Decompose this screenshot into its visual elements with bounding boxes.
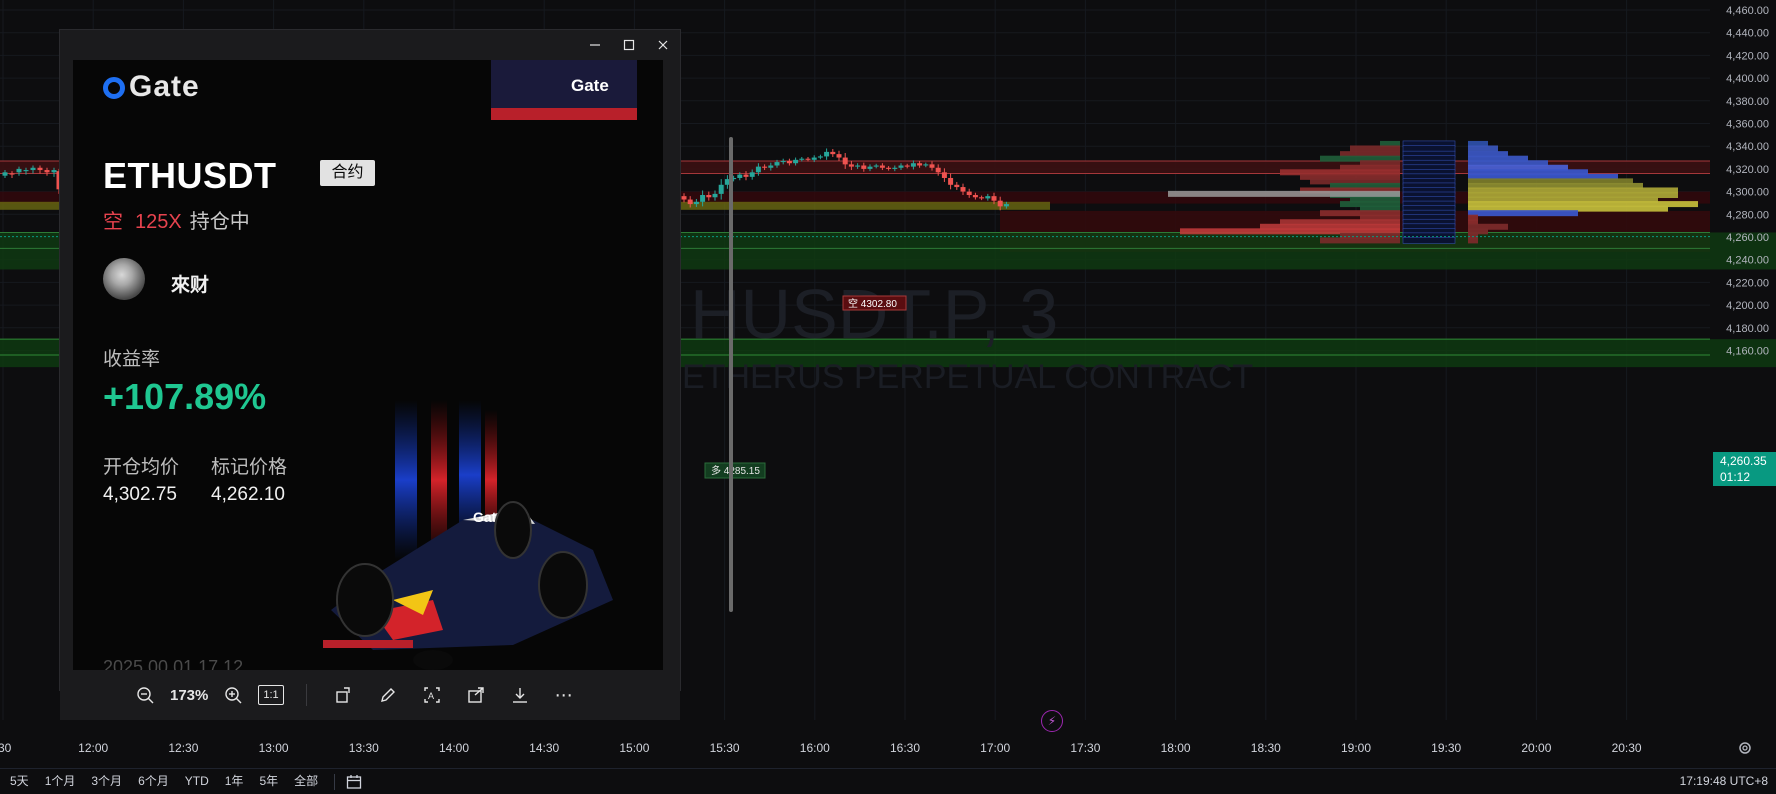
- flash-icon[interactable]: ⚡: [1041, 710, 1063, 732]
- position-line: 空 125X 持仓中: [103, 205, 250, 234]
- time-label: 14:30: [529, 741, 559, 755]
- bottom-toolbar: 5天 1个月 3个月 6个月 YTD 1年 5年 全部 17:19:48 UTC…: [0, 768, 1776, 794]
- brand-name: Gate: [129, 70, 200, 103]
- pnl-share-card: Gate Gate ETHUSDT 合约 空 125X 持仓中 來财 收益率 +10…: [73, 60, 663, 670]
- leverage: 125X: [135, 211, 182, 233]
- price-label: 4,200.00: [1726, 300, 1769, 312]
- range-5d[interactable]: 5天: [0, 769, 37, 794]
- zoom-out-icon[interactable]: [130, 680, 160, 710]
- price-label: 4,400.00: [1726, 73, 1769, 85]
- time-label: 17:30: [1070, 741, 1100, 755]
- more-icon[interactable]: ⋯: [549, 680, 579, 710]
- close-icon[interactable]: [646, 30, 680, 60]
- entry-price: 4,302.75: [103, 484, 177, 505]
- short-order-label[interactable]: 空 4302.80: [848, 297, 897, 310]
- gear-icon[interactable]: [1735, 738, 1755, 758]
- racing-flag-image: Gate: [491, 60, 637, 120]
- price-label: 4,160.00: [1726, 346, 1769, 358]
- calendar-icon[interactable]: [343, 771, 365, 793]
- time-label: 20:30: [1612, 741, 1642, 755]
- viewer-toolbar: 173% 1:1 A ⋯: [60, 670, 680, 720]
- time-label: 14:00: [439, 741, 469, 755]
- price-label: 4,460.00: [1726, 5, 1769, 17]
- avatar: [103, 258, 145, 300]
- zoom-level: 173%: [170, 686, 209, 704]
- time-label: 12:00: [78, 741, 108, 755]
- time-label: 18:30: [1251, 741, 1281, 755]
- time-label: 19:30: [1431, 741, 1461, 755]
- zoom-in-icon[interactable]: [218, 680, 248, 710]
- direction: 空: [103, 211, 123, 233]
- time-label: 18:00: [1161, 741, 1191, 755]
- price-label: 4,240.00: [1726, 255, 1769, 267]
- time-label: 16:00: [800, 741, 830, 755]
- rotate-icon[interactable]: [329, 680, 359, 710]
- clock[interactable]: 17:19:48 UTC+8: [1680, 769, 1768, 794]
- time-label: 19:00: [1341, 741, 1371, 755]
- price-label: 4,420.00: [1726, 50, 1769, 62]
- price-label: 4,280.00: [1726, 209, 1769, 221]
- price-label: 4,220.00: [1726, 277, 1769, 289]
- price-label: 4,300.00: [1726, 187, 1769, 199]
- time-label: 20:00: [1521, 741, 1551, 755]
- price-label: 4,440.00: [1726, 28, 1769, 40]
- bar-countdown: 01:12: [1720, 470, 1751, 484]
- watermark-symbol: HUSDT.P, 3: [690, 275, 1058, 353]
- watermark-subtitle: ETHERUS PERPETUAL CONTRACT: [682, 358, 1253, 396]
- maximize-icon[interactable]: [612, 30, 646, 60]
- roi-value: +107.89%: [103, 376, 267, 417]
- contract-tag: 合约: [320, 160, 375, 186]
- time-label: 17:00: [980, 741, 1010, 755]
- username: 來财: [171, 275, 210, 296]
- divider: [334, 773, 336, 790]
- time-label: 15:30: [710, 741, 740, 755]
- range-5y[interactable]: 5年: [251, 769, 286, 794]
- price-label: 4,320.00: [1726, 164, 1769, 176]
- price-label: 4,380.00: [1726, 96, 1769, 108]
- range-all[interactable]: 全部: [286, 769, 326, 794]
- brand-logo: Gate: [103, 70, 200, 104]
- range-ytd[interactable]: YTD: [177, 769, 217, 794]
- range-6m[interactable]: 6个月: [130, 769, 177, 794]
- svg-text:A: A: [428, 691, 434, 701]
- time-label: 12:30: [168, 741, 198, 755]
- share-icon[interactable]: [461, 680, 491, 710]
- timestamp: 2025 00 01 17 12: [103, 657, 244, 670]
- time-label: 13:30: [349, 741, 379, 755]
- mark-price: 4,262.10: [211, 484, 285, 505]
- price-axis: 4,460.00 4,440.00 4,420.00 4,400.00 4,380.00…: [1726, 5, 1769, 358]
- text-recognition-icon[interactable]: A: [417, 680, 447, 710]
- position-status: 持仓中: [189, 211, 250, 233]
- toolbar-divider: [305, 684, 307, 706]
- price-label: 4,360.00: [1726, 119, 1769, 131]
- minimize-icon[interactable]: [578, 30, 612, 60]
- range-3m[interactable]: 3个月: [83, 769, 130, 794]
- price-label: 4,180.00: [1726, 323, 1769, 335]
- time-label: 15:00: [619, 741, 649, 755]
- range-1m[interactable]: 1个月: [37, 769, 84, 794]
- gate-logo-icon: [103, 77, 125, 100]
- symbol: ETHUSDT: [103, 155, 277, 196]
- race-car-image: Gate: [323, 400, 613, 670]
- current-price: 4,260.35: [1720, 454, 1767, 468]
- price-label: 4,340.00: [1726, 141, 1769, 153]
- long-order-label[interactable]: 多 4285.15: [711, 464, 760, 477]
- mark-price-label: 标记价格: [211, 457, 288, 478]
- price-label: 4,260.00: [1726, 232, 1769, 244]
- time-label: :30: [0, 741, 12, 755]
- actual-size-button[interactable]: 1:1: [258, 685, 284, 705]
- download-icon[interactable]: [505, 680, 535, 710]
- edit-icon[interactable]: [373, 680, 403, 710]
- image-viewer-window: Gate Gate ETHUSDT 合约 空 125X 持仓中 來财 收益率 +10…: [60, 30, 733, 720]
- flag-brand: Gate: [571, 76, 609, 95]
- viewer-scrollbar[interactable]: [729, 137, 733, 612]
- roi-label: 收益率: [103, 349, 161, 370]
- viewer-titlebar: [60, 30, 680, 60]
- time-label: 16:30: [890, 741, 920, 755]
- current-price-badge: 4,260.35 01:12: [1713, 452, 1776, 486]
- entry-price-label: 开仓均价: [103, 457, 180, 478]
- time-axis: :30 12:00 12:30 13:00 13:30 14:00 14:30 15:00 15…: [0, 741, 1642, 755]
- range-1y[interactable]: 1年: [217, 769, 252, 794]
- time-label: 13:00: [259, 741, 289, 755]
